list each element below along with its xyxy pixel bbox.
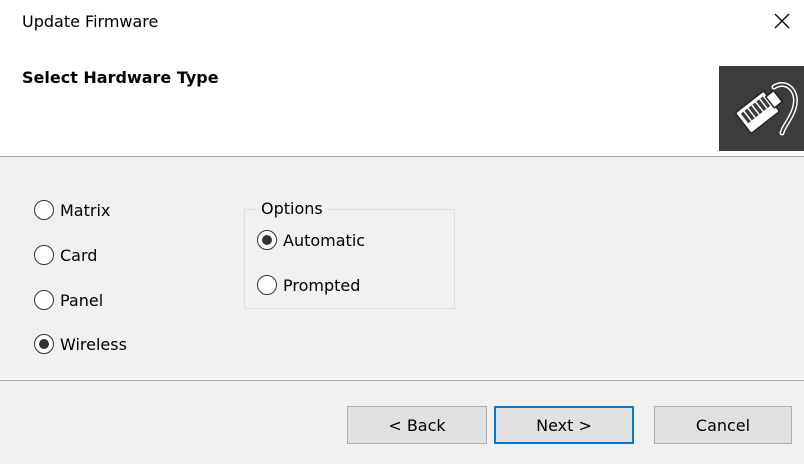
radio-label: Card [60,245,98,265]
radio-selected-dot [39,339,49,349]
cancel-button[interactable]: Cancel [654,406,792,444]
back-button[interactable]: < Back [347,406,487,444]
radio-label: Wireless [60,334,127,354]
radio-button [34,245,54,265]
radio-button [34,334,54,354]
window-title: Update Firmware [22,12,159,31]
network-plug-icon [719,66,804,151]
radio-button [257,230,277,250]
close-button[interactable] [760,4,804,42]
title-bar: Update Firmware [0,0,804,46]
radio-prompted[interactable]: Prompted [257,275,360,295]
radio-wireless[interactable]: Wireless [34,334,127,354]
radio-button [34,290,54,310]
options-groupbox: Options Automatic Prompted [244,199,455,309]
radio-label: Panel [60,290,104,310]
radio-matrix[interactable]: Matrix [34,200,110,220]
next-button[interactable]: Next > [494,406,634,444]
wizard-footer: < Back Next > Cancel [0,381,804,464]
radio-label: Matrix [60,200,111,220]
radio-button [34,200,54,220]
options-label: Options [257,199,327,218]
wizard-header: Select Hardware Type [0,46,804,156]
radio-card[interactable]: Card [34,245,97,265]
radio-label: Automatic [283,230,366,250]
radio-label: Prompted [283,275,361,295]
close-icon [773,12,791,34]
radio-automatic[interactable]: Automatic [257,230,365,250]
radio-button [257,275,277,295]
update-firmware-dialog: Update Firmware Select Hardware Type Mat… [0,0,804,464]
radio-panel[interactable]: Panel [34,290,103,310]
radio-selected-dot [262,235,272,245]
hardware-type-panel: Matrix Card Panel Wireless Options Autom… [0,157,804,379]
page-title: Select Hardware Type [22,68,219,87]
